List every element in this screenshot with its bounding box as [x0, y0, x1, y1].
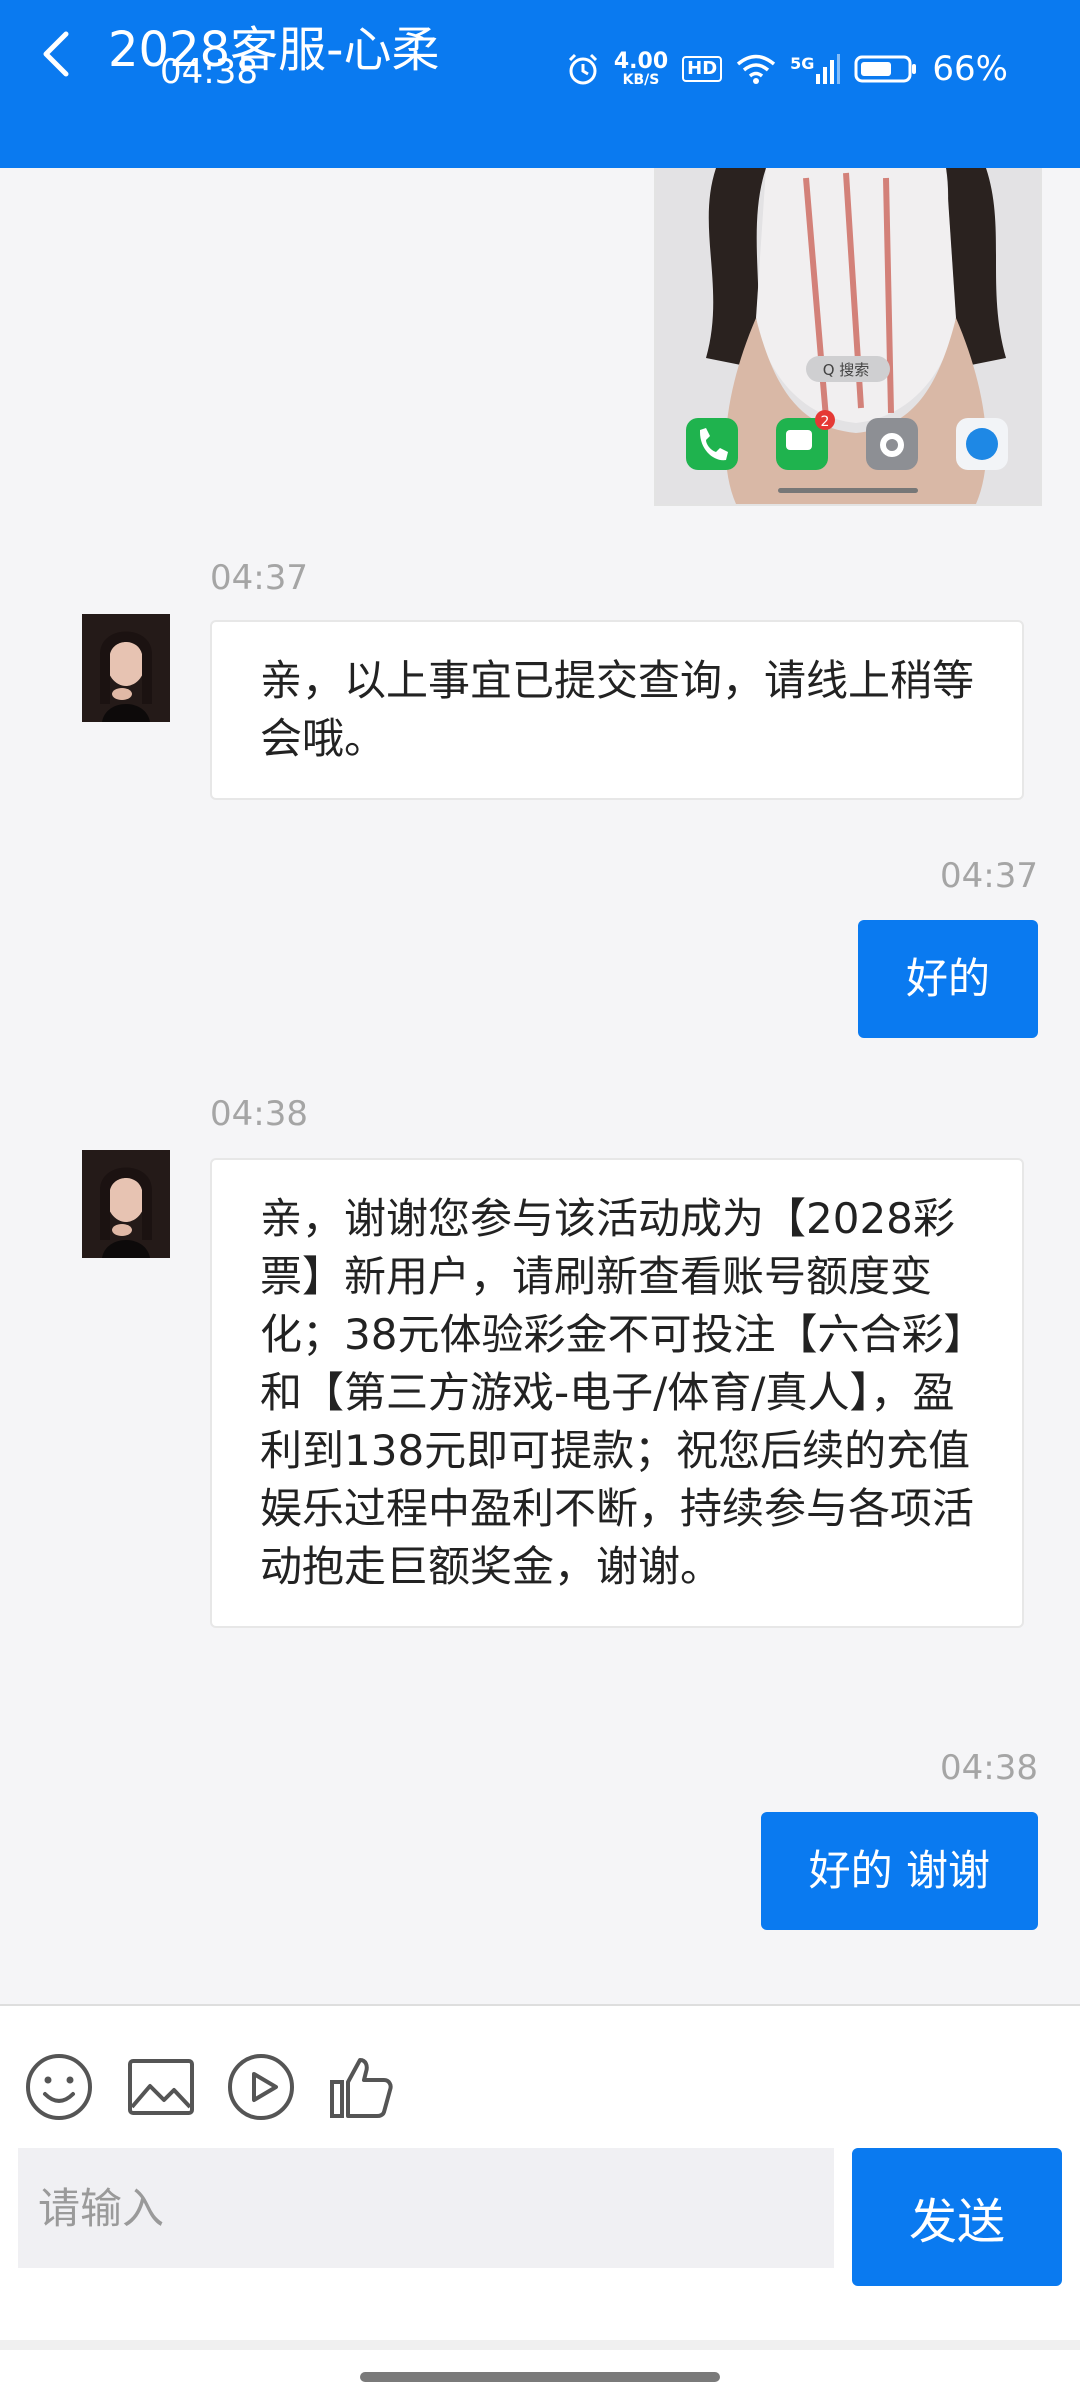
emoji-button[interactable] [24, 2052, 94, 2122]
top-bar: 2028客服-心柔 04:38 4.00 KB/S HD 5G 66% [0, 0, 1080, 168]
back-button[interactable] [34, 28, 80, 80]
chevron-left-icon [43, 31, 69, 77]
message-timestamp: 04:37 [210, 558, 308, 598]
image-icon [128, 2059, 194, 2115]
message-composer: 发送 [0, 2004, 1080, 2342]
message-bubble-agent: 亲，以上事宜已提交查询，请线上稍等会哦。 [210, 620, 1024, 800]
message-bubble-user: 好的 谢谢 [760, 1812, 1038, 1930]
hd-badge: HD [682, 56, 723, 82]
thumbs-up-icon [330, 2058, 393, 2118]
image-message[interactable]: Q 搜索 2 [654, 168, 1042, 506]
net-speed-value: 4.00 [613, 49, 669, 74]
chat-history[interactable]: Q 搜索 2 04:37 亲，以上事宜已提交查询，请线上稍等会哦。 04:37 … [0, 168, 1080, 2004]
net-speed: 4.00 KB/S [613, 49, 669, 88]
message-timestamp: 04:38 [940, 1748, 1038, 1788]
message-input[interactable] [18, 2148, 834, 2268]
avatar-image [82, 614, 170, 722]
video-button[interactable] [226, 2052, 296, 2122]
screenshot-thumbnail: Q 搜索 2 [656, 168, 1040, 504]
emoji-icon [26, 2054, 92, 2120]
signal-icon [816, 54, 841, 84]
battery-icon [854, 55, 917, 83]
image-badge-count: 2 [821, 414, 830, 430]
home-gesture-handle[interactable] [360, 2372, 720, 2382]
like-button[interactable] [326, 2052, 396, 2122]
image-button[interactable] [126, 2052, 196, 2122]
wifi-icon [737, 54, 776, 84]
send-button[interactable]: 发送 [852, 2148, 1062, 2286]
system-nav-bar [0, 2340, 1080, 2400]
message-timestamp: 04:38 [210, 1094, 308, 1134]
alarm-icon [568, 53, 597, 85]
video-icon [228, 2054, 294, 2120]
message-bubble-user: 好的 [857, 920, 1038, 1038]
agent-avatar[interactable] [82, 1150, 170, 1258]
message-bubble-agent: 亲，谢谢您参与该活动成为【2028彩票】新用户，请刷新查看账号额度变化；38元体… [210, 1158, 1024, 1628]
agent-avatar[interactable] [82, 614, 170, 722]
status-time: 04:38 [160, 52, 258, 92]
net-speed-unit: KB/S [622, 72, 660, 88]
status-icons: 4.00 KB/S HD 5G 66% [566, 44, 1008, 94]
message-timestamp: 04:37 [940, 856, 1038, 896]
battery-level: 66% [932, 49, 1008, 89]
avatar-image [82, 1150, 170, 1258]
network-type: 5G [790, 54, 815, 73]
chat-title: 2028客服-心柔 [108, 22, 440, 78]
signal-indicator: 5G [790, 54, 841, 84]
image-search-label: Q 搜索 [823, 361, 870, 379]
